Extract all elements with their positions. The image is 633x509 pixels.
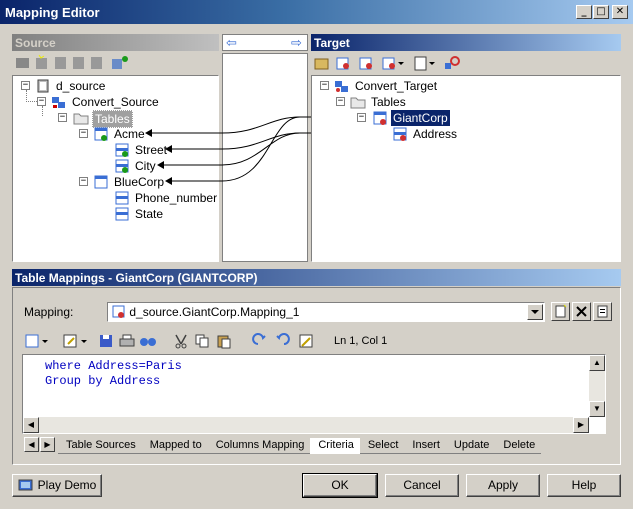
tab-mapped-to[interactable]: Mapped to: [141, 438, 208, 454]
edit-dropdown-icon[interactable]: [63, 334, 87, 348]
paste-icon[interactable]: [217, 335, 231, 349]
scroll-left-icon[interactable]: ◀: [23, 417, 39, 433]
code-line-2: Group by Address: [45, 374, 161, 388]
play-demo-icon: [18, 479, 33, 491]
properties-dropdown-icon[interactable]: [414, 56, 435, 71]
find-icon[interactable]: [445, 56, 460, 69]
connector-address-city: [221, 132, 301, 166]
editor-toolbar: Ln 1, Col 1: [22, 332, 604, 352]
edit-menu-icon[interactable]: [25, 334, 48, 348]
tab-strip: ◀ ▶ Table Sources Mapped to Columns Mappin…: [24, 437, 606, 454]
new-view-icon[interactable]: [359, 57, 372, 70]
properties-icon: [597, 305, 608, 318]
cancel-button[interactable]: Cancel: [385, 474, 459, 497]
horizontal-scrollbar[interactable]: ◀ ▶: [23, 417, 589, 433]
mapping-dropdown-button[interactable]: [527, 304, 543, 320]
connector-giantcorp-bluecorp: [221, 116, 301, 182]
tab-scroll-right-icon[interactable]: ▶: [40, 437, 55, 452]
mapping-label: Mapping:: [24, 305, 74, 319]
tab-columns-mapping[interactable]: Columns Mapping: [207, 438, 311, 454]
chevron-down-icon: [531, 310, 539, 314]
cut-icon[interactable]: [175, 334, 187, 349]
new-procedure-dropdown-icon[interactable]: [382, 57, 404, 70]
delete-mapping-button[interactable]: [572, 302, 591, 321]
code-line-1: where Address=Paris: [45, 359, 182, 373]
expand-convert-target[interactable]: −: [320, 81, 329, 90]
save-icon[interactable]: [100, 335, 112, 347]
vertical-scrollbar[interactable]: ▲ ▼: [589, 355, 605, 417]
tab-scroll-left-icon[interactable]: ◀: [24, 437, 39, 452]
delete-icon: [576, 306, 587, 317]
table-icon: [373, 111, 387, 125]
target-header: Target: [311, 34, 621, 51]
find-icon[interactable]: [140, 338, 156, 346]
help-button[interactable]: Help: [547, 474, 621, 497]
target-toolbar: [311, 53, 621, 75]
scroll-right-icon[interactable]: ▶: [573, 417, 589, 433]
expand-giantcorp[interactable]: −: [357, 113, 366, 122]
mapping-select[interactable]: d_source.GiantCorp.Mapping_1: [107, 302, 545, 322]
ok-button[interactable]: OK: [302, 473, 378, 498]
play-demo-button[interactable]: Play Demo: [12, 474, 102, 497]
apply-button[interactable]: Apply: [466, 474, 540, 497]
mapping-value: d_source.GiantCorp.Mapping_1: [129, 305, 300, 319]
tree-node-convert-target[interactable]: Convert_Target: [334, 78, 439, 94]
mapping-icon: [112, 305, 125, 318]
tree-node-giantcorp[interactable]: GiantCorp: [372, 110, 450, 126]
tab-table-sources[interactable]: Table Sources: [58, 438, 142, 454]
expand-target-tables[interactable]: −: [336, 97, 345, 106]
tab-criteria[interactable]: Criteria: [310, 438, 360, 454]
new-folder-icon[interactable]: [314, 58, 329, 70]
cursor-position: Ln 1, Col 1: [334, 335, 388, 347]
model-icon: [335, 81, 348, 92]
new-table-icon[interactable]: [336, 57, 349, 70]
table-mappings-header: Table Mappings - GiantCorp (GIANTCORP): [12, 269, 621, 286]
tab-update[interactable]: Update: [445, 438, 496, 454]
folder-icon: [350, 97, 366, 109]
new-document-icon: [555, 304, 567, 318]
column-icon: [393, 127, 407, 141]
tree-node-target-tables[interactable]: Tables: [350, 94, 408, 110]
edit-pencil-icon[interactable]: [299, 334, 313, 348]
copy-icon[interactable]: [195, 334, 209, 348]
target-toolbar-icons: [314, 56, 460, 71]
editor-toolbar-icons: [25, 333, 313, 349]
tab-delete[interactable]: Delete: [495, 438, 542, 454]
mapping-properties-button[interactable]: [593, 302, 612, 321]
criteria-editor[interactable]: where Address=Paris Group by Address ▲ ▼…: [22, 354, 606, 434]
target-tree[interactable]: − Convert_Target − Tables − GiantCorp Ad…: [311, 75, 621, 262]
tree-node-address[interactable]: Address: [392, 126, 459, 142]
target-header-label: Target: [314, 36, 350, 50]
scroll-down-icon[interactable]: ▼: [589, 401, 605, 417]
new-mapping-button[interactable]: [551, 302, 570, 321]
table-mappings-title: Table Mappings - GiantCorp (GIANTCORP): [15, 271, 258, 285]
print-icon[interactable]: [119, 334, 135, 347]
undo-icon[interactable]: [252, 333, 266, 345]
tab-select[interactable]: Select: [359, 438, 405, 454]
tab-insert[interactable]: Insert: [404, 438, 446, 454]
scroll-up-icon[interactable]: ▲: [589, 355, 605, 371]
redo-icon[interactable]: [276, 333, 290, 345]
